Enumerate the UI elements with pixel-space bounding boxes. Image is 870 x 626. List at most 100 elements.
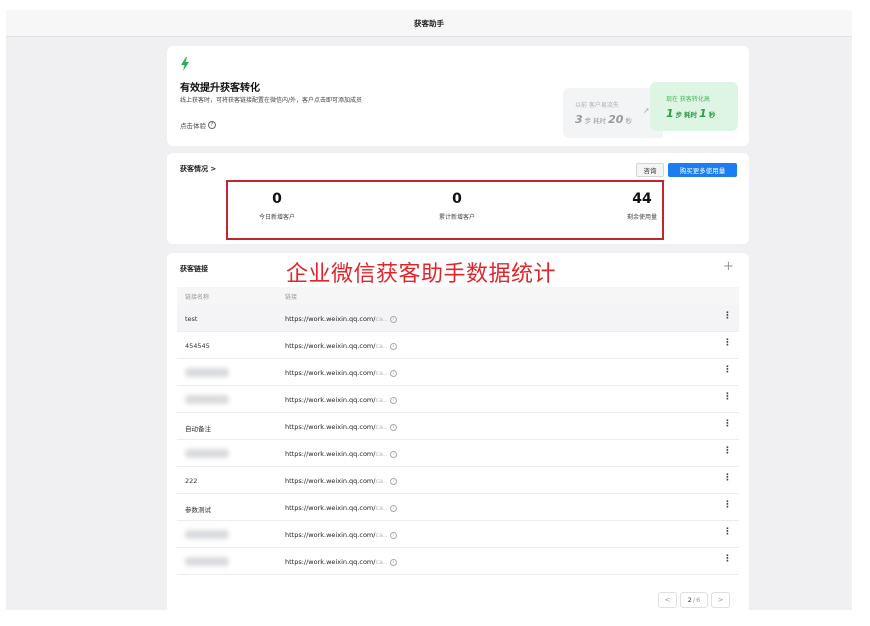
more-options-icon[interactable]: ⋮ (723, 555, 732, 564)
link-url-ellipsis: ca.. (375, 558, 388, 566)
link-url[interactable]: https://work.weixin.qq.com/ca.. i (285, 477, 398, 485)
redacted-link-name (185, 449, 229, 458)
link-url[interactable]: https://work.weixin.qq.com/ca.. i (285, 315, 398, 323)
table-row[interactable]: https://work.weixin.qq.com/ca.. i ⋮ (177, 359, 739, 386)
link-url-path: https://work.weixin.qq.com/ (285, 477, 376, 485)
before-time-prefix: 耗时 (593, 117, 607, 125)
column-header-link: 链接 (285, 293, 298, 301)
stats-title-link[interactable]: 获客情况 > (180, 164, 216, 174)
current-page: 2 (687, 596, 692, 604)
link-url[interactable]: https://work.weixin.qq.com/ca.. i (285, 423, 398, 431)
table-row[interactable]: 自动备注 https://work.weixin.qq.com/ca.. i ⋮ (177, 413, 739, 440)
link-url[interactable]: https://work.weixin.qq.com/ca.. i (285, 369, 398, 377)
table-row[interactable]: https://work.weixin.qq.com/ca.. i ⋮ (177, 386, 739, 413)
app-window: 获客助手 有效提升获客转化 线上获客时，可将获客链接配置在微信内/外，客户点击即… (6, 10, 852, 610)
link-url-ellipsis: ca.. (375, 315, 388, 323)
after-time-unit: 秒 (708, 111, 716, 119)
link-url-path: https://work.weixin.qq.com/ (285, 396, 376, 404)
link-url-path: https://work.weixin.qq.com/ (285, 450, 376, 458)
metric-value: 0 (452, 191, 462, 207)
info-icon[interactable]: i (390, 531, 398, 539)
link-url[interactable]: https://work.weixin.qq.com/ca.. i (285, 342, 398, 350)
table-row[interactable]: https://work.weixin.qq.com/ca.. i ⋮ (177, 440, 739, 467)
arrow-icon: ➚ (643, 106, 650, 115)
info-icon[interactable]: i (390, 450, 398, 458)
link-url[interactable]: https://work.weixin.qq.com/ca.. i (285, 450, 398, 458)
info-icon[interactable]: i (390, 558, 398, 566)
help-icon: ? (208, 121, 216, 129)
try-it-link[interactable]: 点击体验 ? (180, 120, 216, 130)
link-url[interactable]: https://work.weixin.qq.com/ca.. i (285, 531, 398, 539)
link-url-ellipsis: ca.. (375, 342, 388, 350)
page-separator: / (692, 596, 696, 604)
more-options-icon[interactable]: ⋮ (723, 312, 732, 321)
info-icon[interactable]: i (390, 315, 398, 323)
info-icon[interactable]: i (390, 369, 398, 377)
buy-more-usage-button[interactable]: 购买更多使用量 (668, 163, 737, 177)
comparison-after: 现在 获客转化高 1 步 耗时 1 秒 (650, 82, 738, 131)
metric-label: 累计新增客户 (438, 214, 475, 221)
info-icon[interactable]: i (390, 477, 398, 485)
add-link-icon[interactable]: + (723, 259, 734, 274)
more-options-icon[interactable]: ⋮ (723, 501, 732, 510)
link-url[interactable]: https://work.weixin.qq.com/ca.. i (285, 396, 398, 404)
metric-total-new: 0 累计新增客户 (427, 191, 487, 221)
before-value: 3 步 耗时 20 秒 (575, 113, 632, 126)
metric-value: 0 (272, 191, 282, 207)
more-options-icon[interactable]: ⋮ (723, 447, 732, 456)
link-url[interactable]: https://work.weixin.qq.com/ca.. i (285, 558, 398, 566)
link-url-ellipsis: ca.. (375, 396, 388, 404)
redacted-link-name (185, 368, 229, 377)
prev-page-button[interactable]: < (658, 592, 677, 608)
metric-today-new: 0 今日新增客户 (247, 191, 307, 221)
consult-button[interactable]: 咨询 (636, 163, 664, 177)
metric-value: 44 (632, 191, 652, 207)
table-row[interactable]: test https://work.weixin.qq.com/ca.. i ⋮ (177, 305, 739, 332)
more-options-icon[interactable]: ⋮ (723, 474, 732, 483)
after-time-prefix: 耗时 (684, 111, 698, 119)
link-url-ellipsis: ca.. (375, 369, 388, 377)
total-pages: 6 (696, 596, 701, 604)
metric-remaining-usage: 44 剩余使用量 (612, 191, 672, 221)
page-indicator: 2 / 6 (680, 592, 708, 608)
more-options-icon[interactable]: ⋮ (723, 339, 732, 348)
next-page-button[interactable]: > (711, 592, 730, 608)
before-steps: 3 (575, 113, 583, 126)
info-icon[interactable]: i (390, 396, 398, 404)
more-options-icon[interactable]: ⋮ (723, 528, 732, 537)
redacted-link-name (185, 557, 229, 566)
link-url-path: https://work.weixin.qq.com/ (285, 504, 376, 512)
before-steps-unit: 步 (584, 117, 592, 125)
link-url-path: https://work.weixin.qq.com/ (285, 315, 376, 323)
info-icon[interactable]: i (390, 504, 398, 512)
link-url[interactable]: https://work.weixin.qq.com/ca.. i (285, 504, 398, 512)
info-icon[interactable]: i (390, 342, 398, 350)
pagination: < 2 / 6 > (658, 592, 730, 608)
link-url-ellipsis: ca.. (375, 531, 388, 539)
before-label: 以前 客户易流失 (575, 102, 619, 109)
table-row[interactable]: https://work.weixin.qq.com/ca.. i ⋮ (177, 548, 739, 575)
more-options-icon[interactable]: ⋮ (723, 393, 732, 402)
link-url-path: https://work.weixin.qq.com/ (285, 531, 376, 539)
more-options-icon[interactable]: ⋮ (723, 420, 732, 429)
table-row[interactable]: https://work.weixin.qq.com/ca.. i ⋮ (177, 521, 739, 548)
info-icon[interactable]: i (390, 423, 398, 431)
promo-description: 线上获客时，可将获客链接配置在微信内/外，客户点击即可添加成员 (180, 97, 363, 104)
table-row[interactable]: 222 https://work.weixin.qq.com/ca.. i ⋮ (177, 467, 739, 494)
table-row[interactable]: 参数测试 https://work.weixin.qq.com/ca.. i ⋮ (177, 494, 739, 521)
window-titlebar: 获客助手 (6, 10, 852, 37)
redacted-link-name (185, 395, 229, 404)
more-options-icon[interactable]: ⋮ (723, 366, 732, 375)
links-card: 获客链接 企业微信获客助手数据统计 + 链接名称 链接 test https://… (167, 253, 749, 610)
column-header-name: 链接名称 (185, 293, 210, 301)
link-url-ellipsis: ca.. (375, 504, 388, 512)
promo-card: 有效提升获客转化 线上获客时，可将获客链接配置在微信内/外，客户点击即可添加成员… (167, 46, 749, 146)
table-header: 链接名称 链接 (177, 287, 739, 305)
overlay-caption: 企业微信获客助手数据统计 (286, 262, 557, 287)
table-row[interactable]: 454545 https://work.weixin.qq.com/ca.. i ⋮ (177, 332, 739, 359)
link-name: 参数测试 (185, 506, 211, 514)
before-time-unit: 秒 (625, 117, 632, 125)
link-url-path: https://work.weixin.qq.com/ (285, 558, 376, 566)
try-it-label: 点击体验 (180, 122, 206, 130)
link-url-ellipsis: ca.. (375, 423, 388, 431)
